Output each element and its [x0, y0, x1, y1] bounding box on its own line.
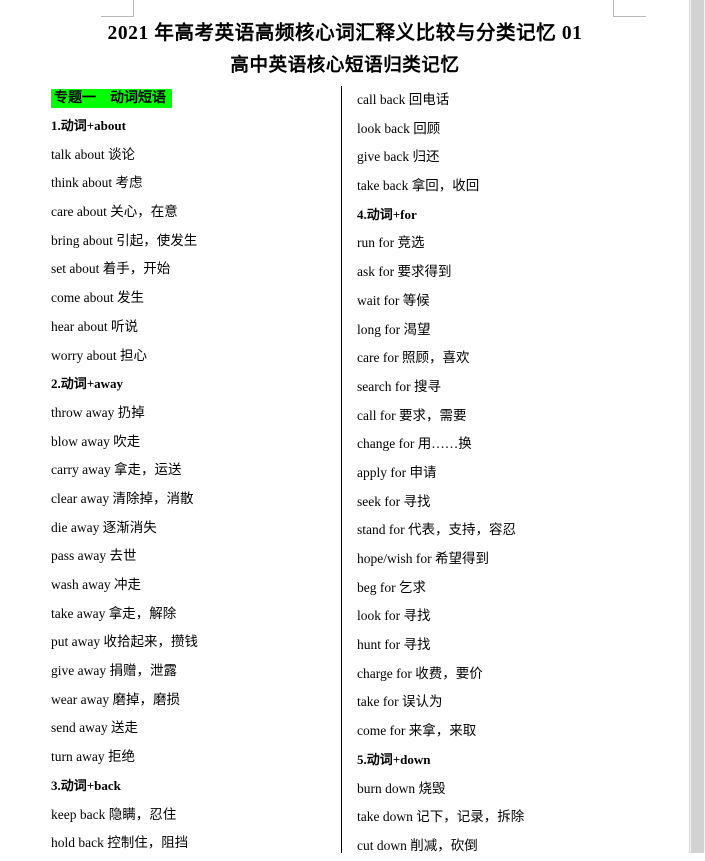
phrase-entry: pass away 去世 [51, 548, 137, 564]
phrase-entry: look for 寻找 [357, 608, 431, 624]
phrase-entry: throw away 扔掉 [51, 404, 145, 420]
phrase-entry: wash away 冲走 [51, 577, 141, 592]
section-title-highlighted: 专题一 动词短语 [51, 86, 335, 112]
phrase-entry: die away 逐渐消失 [51, 519, 157, 535]
phrase-entry: charge for 收费，要价 [357, 665, 483, 681]
phrase-entry: blow away 吹走 [51, 433, 141, 449]
phrase-entry: ask for 要求得到 [357, 264, 452, 280]
phrase-entry: take back 拿回，收回 [357, 178, 480, 194]
phrase-entry: give away 捐赠，泄露 [51, 663, 177, 679]
subsection-heading: 3.动词+back [51, 777, 121, 793]
phrase-entry: burn down 烧毁 [357, 780, 446, 796]
subsection-heading: 2.动词+away [51, 376, 124, 392]
left-column: 专题一 动词短语 1.动词+about talk about 谈论 think abo… [51, 86, 335, 858]
document-page: 2021 年高考英语高频核心词汇释义比较与分类记忆 01 高中英语核心短语归类记… [0, 0, 690, 853]
print-corner-mark-top-right [613, 0, 646, 17]
phrase-entry: hold back 控制住，阻挡 [51, 835, 189, 851]
phrase-entry: carry away 拿走，运送 [51, 462, 182, 478]
document-title-main: 2021 年高考英语高频核心词汇释义比较与分类记忆 01 [107, 23, 583, 44]
phrase-entry: hear about 听说 [51, 318, 138, 334]
phrase-entry: long for 渴望 [357, 321, 431, 337]
subsection-heading: 4.动词+for [357, 206, 417, 222]
phrase-entry: come about 发生 [51, 290, 144, 306]
phrase-entry: turn away 拒绝 [51, 749, 135, 765]
phrase-entry: call back 回电话 [357, 92, 450, 107]
phrase-entry: give back 归还 [357, 149, 440, 165]
phrase-entry: seek for 寻找 [357, 493, 431, 509]
phrase-entry: stand for 代表，支持，容忍 [357, 522, 516, 538]
phrase-entry: call for 要求，需要 [357, 407, 467, 423]
phrase-entry: change for 用……换 [357, 436, 472, 452]
two-column-body: 专题一 动词短语 1.动词+about talk about 谈论 think abo… [0, 86, 690, 853]
scrollbar-thumb[interactable] [691, 0, 704, 853]
right-column: call back 回电话 look back 回顾 give back 归还 tak… [357, 86, 657, 861]
phrase-entry: wear away 磨掉，磨损 [51, 691, 180, 707]
column-divider [341, 86, 342, 853]
section-title-text: 专题一 动词短语 [51, 89, 172, 108]
phrase-entry: wait for 等候 [357, 292, 430, 308]
phrase-entry: clear away 清除掉，消散 [51, 490, 194, 506]
phrase-entry: take down 记下，记录，拆除 [357, 809, 525, 825]
phrase-entry: apply for 申请 [357, 464, 437, 480]
phrase-entry: take for 误认为 [357, 694, 443, 710]
phrase-entry: hunt for 寻找 [357, 637, 431, 653]
phrase-entry: bring about 引起，使发生 [51, 232, 198, 248]
phrase-entry: run for 竞选 [357, 235, 425, 251]
phrase-entry: take away 拿走，解除 [51, 605, 177, 621]
scrollbar-track[interactable] [689, 0, 705, 853]
document-title-subtitle: 高中英语核心短语归类记忆 [230, 56, 460, 76]
phrase-entry: care for 照顾，喜欢 [357, 350, 470, 366]
phrase-entry: come for 来拿，来取 [357, 723, 477, 739]
phrase-entry: put away 收拾起来，攒钱 [51, 634, 198, 650]
phrase-entry: think about 考虑 [51, 175, 143, 191]
print-corner-mark-top-left [101, 0, 134, 17]
phrase-entry: look back 回顾 [357, 120, 441, 136]
subsection-heading: 5.动词+down [357, 751, 431, 767]
phrase-entry: talk about 谈论 [51, 146, 135, 162]
phrase-entry: send away 送走 [51, 720, 138, 736]
phrase-entry: hope/wish for 希望得到 [357, 551, 489, 566]
subsection-heading: 1.动词+about [51, 118, 126, 133]
phrase-entry: beg for 乞求 [357, 579, 426, 595]
phrase-entry: worry about 担心 [51, 347, 147, 363]
phrase-entry: care about 关心，在意 [51, 204, 178, 220]
phrase-entry: search for 搜寻 [357, 378, 441, 394]
phrase-entry: cut down 削减，砍倒 [357, 837, 478, 853]
phrase-entry: set about 着手，开始 [51, 261, 171, 277]
phrase-entry: keep back 隐瞒，忍住 [51, 806, 177, 822]
